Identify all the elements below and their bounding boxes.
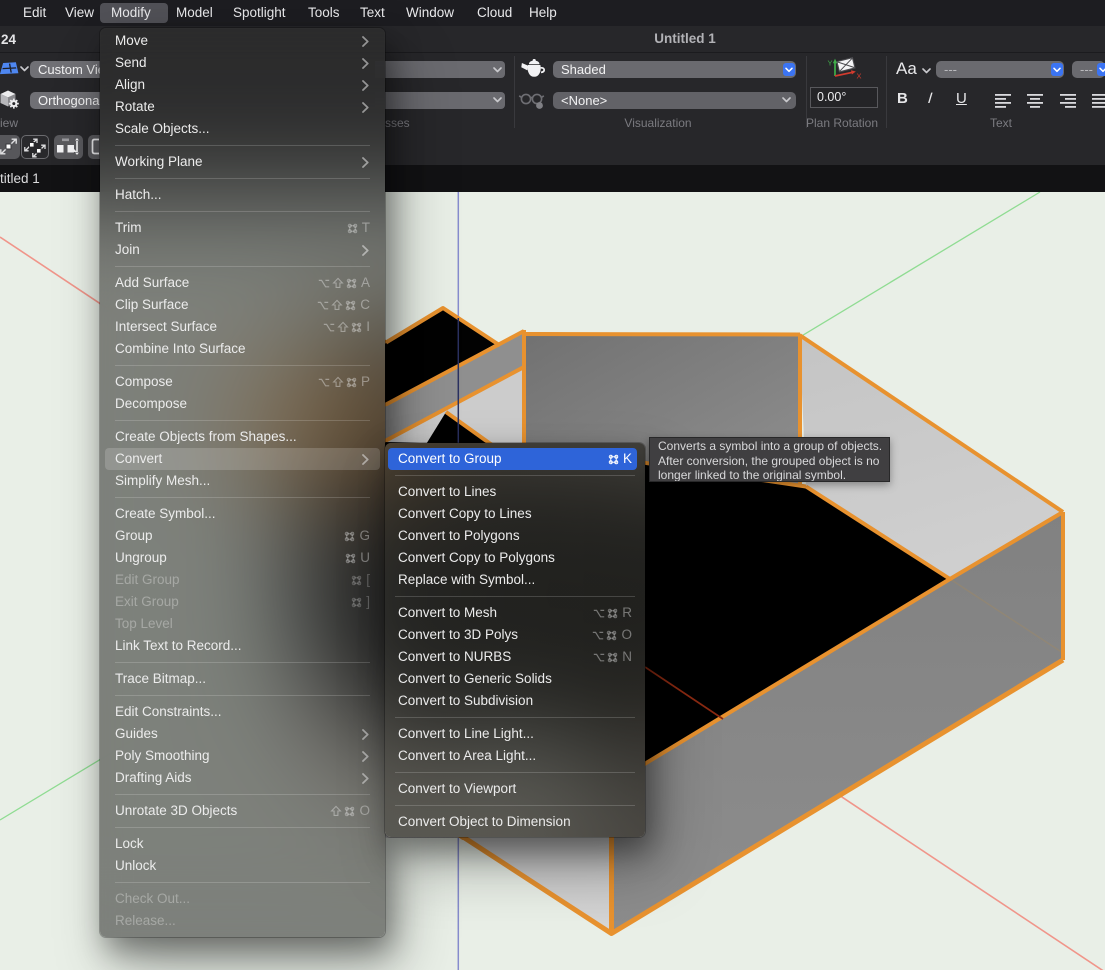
svg-text:Y: Y [828, 59, 833, 68]
svg-text:X: X [857, 72, 862, 81]
